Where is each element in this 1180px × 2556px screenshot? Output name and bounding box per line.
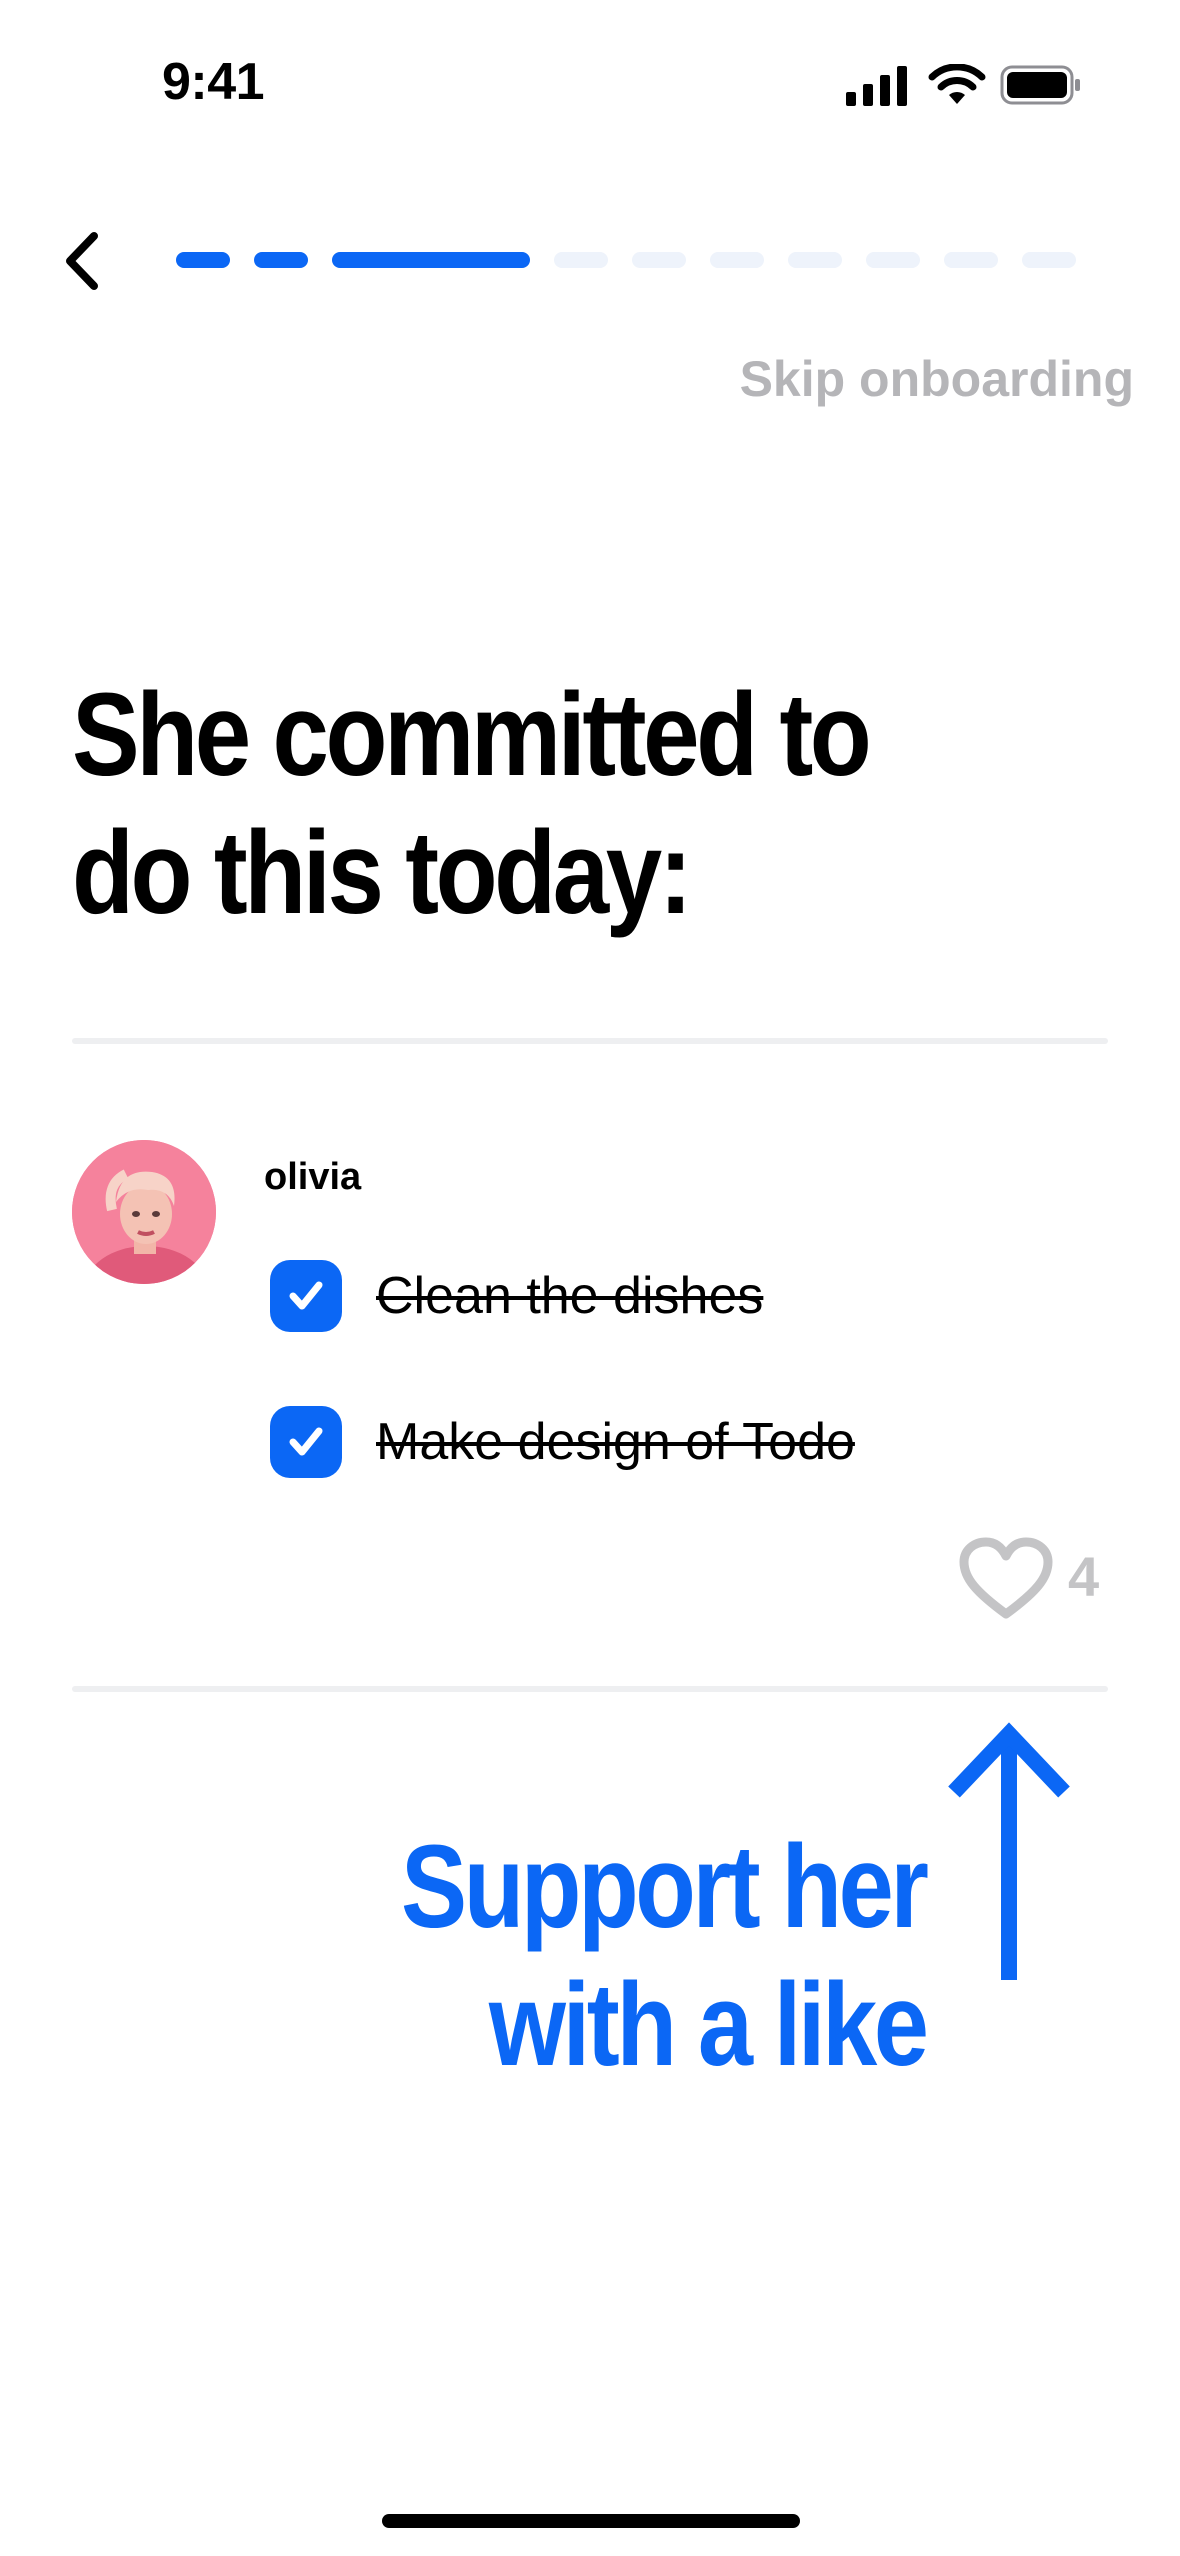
page-title: She committed to do this today: xyxy=(72,666,932,942)
like-hint-callout: Support her with a like xyxy=(401,1818,929,2094)
task-item[interactable]: Clean the dishes xyxy=(270,1258,763,1334)
page-title-line: do this today: xyxy=(72,807,693,939)
battery-icon xyxy=(1000,65,1080,105)
avatar-image xyxy=(72,1140,216,1284)
progress-segment-pending xyxy=(788,252,842,268)
task-label: Clean the dishes xyxy=(376,1267,764,1325)
check-icon xyxy=(289,1281,323,1310)
progress-segment-done xyxy=(254,252,308,268)
like-count: 4 xyxy=(1068,1545,1100,1608)
status-time: 9:41 xyxy=(162,53,265,111)
onboarding-progress xyxy=(176,252,1078,268)
progress-segment-pending xyxy=(710,252,764,268)
like-button[interactable] xyxy=(956,1534,1056,1624)
heart-icon xyxy=(959,1537,1053,1619)
avatar[interactable] xyxy=(72,1140,216,1284)
progress-segment-pending xyxy=(632,252,686,268)
skip-onboarding-button[interactable]: Skip onboarding xyxy=(740,350,1134,408)
progress-segment-pending xyxy=(944,252,998,268)
wifi-icon xyxy=(928,64,986,104)
progress-segment-pending xyxy=(866,252,920,268)
arrow-up-icon xyxy=(948,1722,1070,1980)
check-icon xyxy=(289,1427,323,1456)
divider xyxy=(72,1038,1108,1044)
progress-segment-pending xyxy=(1022,252,1076,268)
task-checkbox[interactable] xyxy=(270,1406,342,1478)
divider xyxy=(72,1686,1108,1692)
chevron-left-icon xyxy=(66,232,98,290)
username[interactable]: olivia xyxy=(264,1156,361,1199)
signal-icon xyxy=(846,66,907,106)
back-button[interactable] xyxy=(52,226,112,296)
home-indicator xyxy=(382,2514,800,2528)
callout-line: Support her xyxy=(401,1821,929,1953)
task-item[interactable]: Make design of Todo xyxy=(270,1404,855,1480)
progress-segment-current xyxy=(332,252,530,268)
progress-segment-done xyxy=(176,252,230,268)
callout-line: with a like xyxy=(489,1959,929,2091)
page-title-line: She committed to xyxy=(72,669,872,801)
task-checkbox[interactable] xyxy=(270,1260,342,1332)
progress-segment-pending xyxy=(554,252,608,268)
task-label: Make design of Todo xyxy=(376,1413,855,1471)
